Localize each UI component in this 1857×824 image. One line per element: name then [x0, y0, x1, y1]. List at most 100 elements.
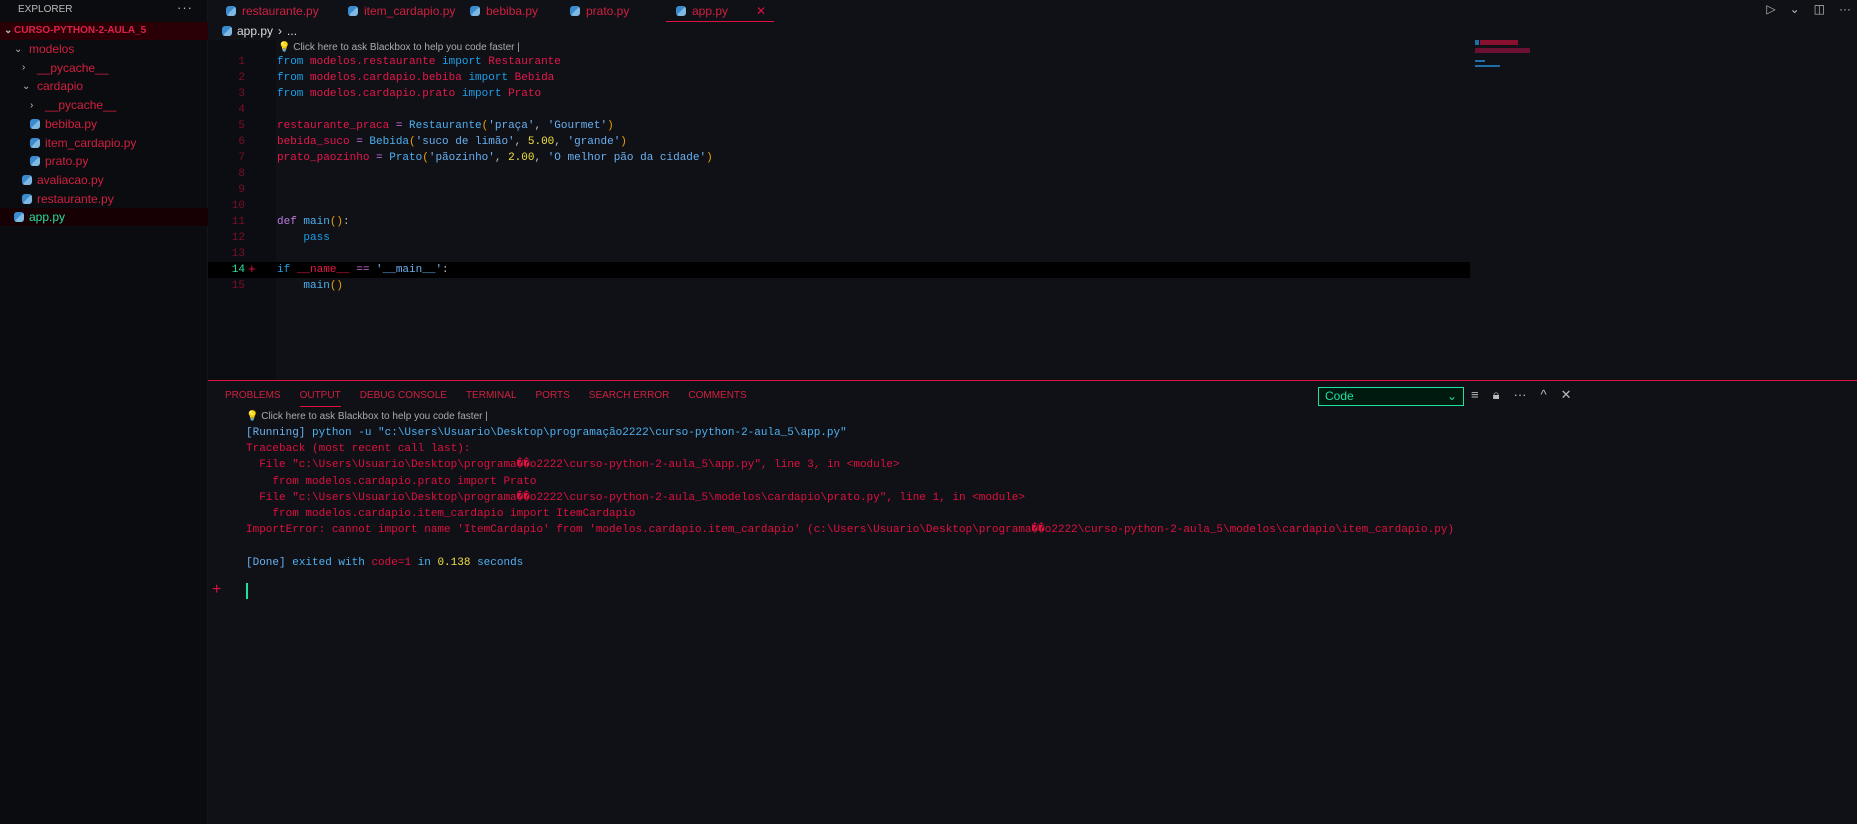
more-actions-icon[interactable]: ··· — [177, 0, 193, 15]
output-token: [Running] — [246, 427, 313, 439]
code-line[interactable]: 1 from modelos.restaurante import Restaur… — [208, 54, 1470, 70]
code-token: main — [303, 216, 330, 228]
code-line[interactable]: 12 pass — [208, 230, 1470, 246]
blackbox-hint[interactable]: 💡 Click here to ask Blackbox to help you… — [246, 411, 488, 422]
run-icon[interactable]: ▷ — [1766, 2, 1775, 16]
code-token: from — [277, 56, 311, 68]
tree-item-label: app.py — [29, 210, 66, 225]
python-file-icon — [470, 6, 480, 16]
code-token: : — [343, 216, 350, 228]
tab-output[interactable]: OUTPUT — [299, 390, 341, 407]
code-token: 'Gourmet' — [547, 120, 608, 132]
code-token: main — [277, 280, 330, 292]
code-line[interactable]: 10 — [208, 198, 1470, 214]
code-line[interactable]: 5 restaurante_praca = Restaurante('praça'… — [208, 118, 1470, 134]
output-log[interactable]: [Running] python -u "c:\Users\Usuario\De… — [246, 425, 1454, 571]
output-token: from modelos.cardapio.item_cardapio impo… — [246, 507, 636, 520]
code-line[interactable]: 3 from modelos.cardapio.prato import Prat… — [208, 86, 1470, 102]
output-channel-select[interactable]: Code ⌄ — [1318, 387, 1464, 406]
add-comment-icon[interactable]: + — [248, 262, 256, 278]
code-token: () — [329, 216, 344, 228]
output-token: File "c:\Users\Usuario\Desktop\programa�… — [246, 459, 900, 472]
code-token: () — [329, 280, 344, 292]
code-line[interactable]: 13 — [208, 246, 1470, 262]
code-line[interactable]: 6 bebida_suco = Bebida('suco de limão', 5… — [208, 134, 1470, 150]
code-token: : — [442, 264, 449, 276]
tree-item[interactable]: › __pycache__ — [22, 59, 108, 77]
tree-item[interactable]: avaliacao.py — [22, 171, 104, 189]
tree-item[interactable]: › __pycache__ — [30, 96, 116, 114]
tab-debug-console[interactable]: DEBUG CONSOLE — [360, 390, 447, 407]
breadcrumb-file[interactable]: app.py — [237, 24, 273, 38]
close-panel-icon[interactable]: ✕ — [1561, 387, 1572, 403]
code-line[interactable]: 2 from modelos.cardapio.bebiba import Beb… — [208, 70, 1470, 86]
output-token: in — [411, 556, 438, 569]
code-token: 2.00 — [508, 152, 535, 164]
tab-terminal[interactable]: TERMINAL — [466, 390, 517, 407]
tab-restaurante-py[interactable]: restaurante.py — [226, 0, 319, 22]
code-token: , — [514, 136, 528, 148]
tab-search-error[interactable]: SEARCH ERROR — [589, 390, 670, 407]
tree-item[interactable]: prato.py — [30, 152, 88, 170]
python-file-icon — [22, 193, 32, 204]
output-line: Traceback (most recent call last): — [246, 441, 1454, 457]
tree-item[interactable]: item_cardapio.py — [30, 134, 136, 152]
line-text: main() — [277, 278, 343, 294]
line-number: 1 — [238, 56, 245, 68]
minimap-mark — [1480, 40, 1518, 45]
code-token: 'suco de limão' — [415, 136, 515, 148]
line-number: 12 — [231, 232, 245, 244]
code-token: restaurante_praca — [277, 120, 396, 132]
code-token: , — [534, 120, 548, 132]
plus-icon[interactable]: + — [212, 581, 221, 599]
chevron-down-icon[interactable]: ⌄ — [1790, 2, 1800, 16]
code-line[interactable]: 4 — [208, 102, 1470, 118]
output-line: from modelos.cardapio.item_cardapio impo… — [246, 506, 1454, 522]
code-token: = — [395, 120, 410, 132]
tab-comments[interactable]: COMMENTS — [688, 390, 746, 407]
tab-item_cardapio-py[interactable]: item_cardapio.py — [348, 0, 455, 22]
more-actions-icon[interactable]: ··· — [1514, 387, 1527, 403]
tab-prato-py[interactable]: prato.py — [570, 0, 629, 22]
code-line[interactable]: 11 def main(): — [208, 214, 1470, 230]
breadcrumb-separator: › — [278, 24, 283, 38]
maximize-panel-icon[interactable]: ^ — [1541, 387, 1547, 403]
tab-problems[interactable]: PROBLEMS — [225, 390, 281, 407]
output-token: exited with — [292, 556, 372, 569]
tree-item[interactable]: bebiba.py — [30, 115, 97, 133]
tree-item[interactable]: app.py — [0, 208, 208, 227]
code-token: ) — [607, 120, 614, 132]
code-token: Bebida — [514, 72, 555, 84]
close-icon[interactable]: ✕ — [756, 4, 766, 18]
code-editor[interactable]: 1 from modelos.restaurante import Restaur… — [208, 54, 1470, 294]
minimap[interactable] — [1475, 40, 1535, 70]
more-actions-icon[interactable]: ··· — [1839, 2, 1851, 16]
code-line[interactable]: 9 — [208, 182, 1470, 198]
tab-bebiba-py[interactable]: bebiba.py — [470, 0, 538, 22]
tab-app-py[interactable]: app.py ✕ — [666, 0, 775, 22]
code-line[interactable]: 15 main() — [208, 278, 1470, 294]
breadcrumb-more[interactable]: ... — [287, 24, 297, 38]
blackbox-hint[interactable]: 💡 Click here to ask Blackbox to help you… — [278, 42, 520, 53]
code-line[interactable]: 7 prato_paozinho = Prato('pãozinho', 2.00… — [208, 150, 1470, 166]
output-line: File "c:\Users\Usuario\Desktop\programa�… — [246, 490, 1454, 506]
lock-scroll-icon[interactable]: 🔒︎ — [1493, 387, 1500, 403]
chevron-down-icon: ⌄ — [4, 25, 13, 36]
output-channel-value: Code — [1325, 389, 1354, 403]
output-line: [Running] python -u "c:\Users\Usuario\De… — [246, 425, 1454, 441]
clear-output-icon[interactable]: ≡ — [1471, 387, 1479, 403]
tree-item[interactable]: ⌄ cardapio — [22, 77, 83, 95]
workspace-root-folder[interactable]: ⌄ CURSO-PYTHON-2-AULA_5 — [0, 22, 208, 40]
code-token: , — [534, 152, 548, 164]
code-line[interactable]: 8 — [208, 166, 1470, 182]
code-line[interactable]: 14 + if __name__ == '__main__': — [208, 262, 1470, 278]
output-line: ImportError: cannot import name 'ItemCar… — [246, 522, 1454, 538]
code-token: Restaurante — [409, 120, 482, 132]
tree-item[interactable]: ⌄ modelos — [14, 40, 74, 58]
line-text: from modelos.restaurante import Restaura… — [277, 54, 561, 70]
tab-ports[interactable]: PORTS — [536, 390, 570, 407]
split-editor-icon[interactable]: ◫ — [1814, 2, 1825, 16]
tree-item[interactable]: restaurante.py — [22, 190, 114, 208]
chevron-right-icon: › — [22, 62, 26, 74]
